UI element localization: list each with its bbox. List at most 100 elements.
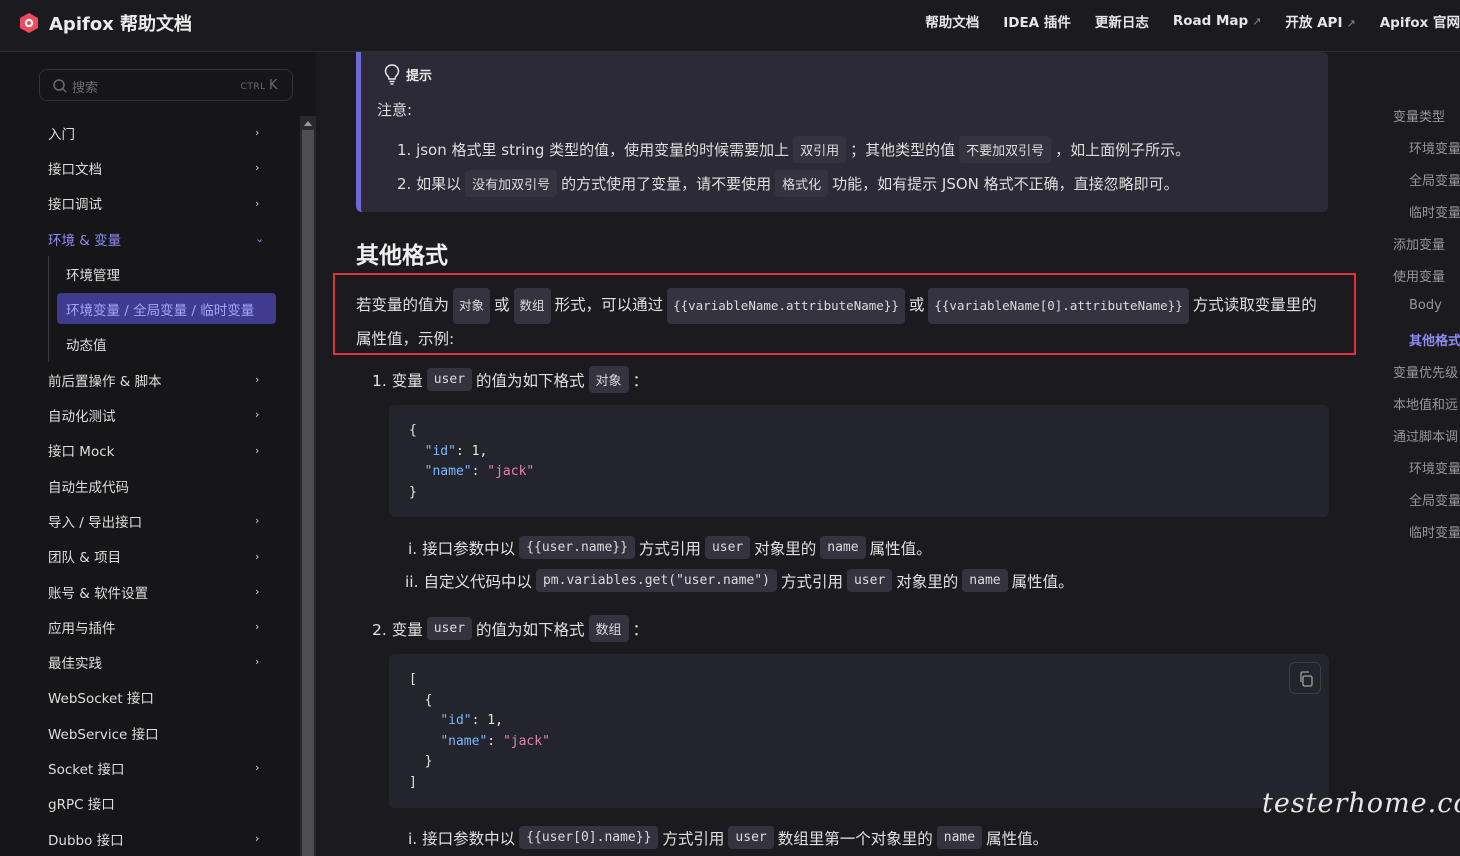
inline-code: 双引用 [793,136,847,163]
external-link-icon: ↗ [1346,17,1356,30]
sidebar-item-dubbo[interactable]: Dubbo 接口 › [0,821,300,856]
tip-note: 注意: [377,101,413,119]
sub-item-3: i. 接口参数中以 {{user[0].name}} 方式引用 user 数组里第一个对… [408,826,1048,849]
sidebar-subitem-dynamic-values[interactable]: 动态值 [48,326,300,363]
sidebar-item-env-vars[interactable]: 环境 & 变量 ⌄ [0,221,300,256]
toc-item[interactable]: 添加变量 [1393,234,1445,253]
top-header: Apifox 帮助文档 帮助文档 IDEA 插件 更新日志 Road Map ↗ … [0,0,1460,52]
toc-item[interactable]: 变量类型 [1393,106,1445,125]
code-block-array: [ { "id": 1, "name": "jack" } ] [389,654,1329,808]
inline-code: user [704,536,751,559]
toc-item[interactable]: Body [1409,298,1442,313]
chevron-right-icon: › [255,443,260,457]
sidebar-item-account-settings[interactable]: 账号 & 软件设置 › [0,574,300,609]
chevron-right-icon: › [255,655,260,669]
toc-item[interactable]: 变量优先级 [1393,362,1458,381]
scroll-up-arrow-icon[interactable] [304,121,312,126]
toc-item[interactable]: 使用变量 [1393,266,1445,285]
chevron-right-icon: › [255,514,260,528]
chevron-right-icon: › [255,196,260,210]
sidebar-scroll-thumb[interactable] [302,130,314,856]
chevron-right-icon: › [255,373,260,387]
inline-code: 格式化 [775,170,829,197]
sidebar-item-auto-test[interactable]: 自动化测试 › [0,397,300,432]
chevron-right-icon: › [255,620,260,634]
sidebar-item-codegen[interactable]: 自动生成代码 [0,468,300,503]
tip-header: 提示 [382,62,432,86]
tip-callout: 提示 注意: 1. json 格式里 string 类型的值，使用变量的时候需要… [356,52,1328,212]
toc-item[interactable]: 通过脚本调 [1393,426,1458,445]
inline-code: name [962,569,1008,592]
toc-item[interactable]: 环境变量 [1409,458,1460,477]
apifox-logo-icon [20,13,38,33]
toc-item[interactable]: 本地值和远 [1393,394,1458,413]
lightbulb-icon [384,64,400,85]
sidebar-item-intro[interactable]: 入门 › [0,115,300,150]
inline-code: user [426,368,473,391]
chevron-right-icon: › [255,584,260,598]
sidebar-subitem-env-manage[interactable]: 环境管理 [48,256,300,292]
search-shortcut: CTRL K [240,78,278,93]
sidebar-subitem-variables[interactable]: 环境变量 / 全局变量 / 临时变量 [48,291,300,327]
list-item-2: 2. 变量 user 的值为如下格式 数组： [372,615,648,642]
sidebar-item-webservice[interactable]: WebService 接口 [0,715,300,750]
nav-changelog[interactable]: 更新日志 [1095,11,1149,31]
search-icon [53,79,67,93]
copy-code-button[interactable] [1289,662,1321,694]
sidebar-item-team-project[interactable]: 团队 & 项目 › [0,539,300,574]
watermark: testerhome.com [1262,788,1460,819]
nav-help-docs[interactable]: 帮助文档 [925,11,979,31]
sidebar-item-scripts[interactable]: 前后置操作 & 脚本 › [0,362,300,397]
inline-code: {{user[0].name}} [519,826,659,849]
inline-code: pm.variables.get("user.name") [535,569,777,592]
toc-item-active[interactable]: 其他格式 [1409,330,1460,349]
chevron-right-icon: › [255,549,260,563]
inline-code: name [820,536,866,559]
nav-road-map[interactable]: Road Map ↗ [1173,13,1262,29]
sidebar: 搜索 CTRL K 入门 › 接口文档 › 接口调试 › 环境 & 变量 ⌄ 环境管理 … [0,52,316,856]
sub-item-1: i. 接口参数中以 {{user.name}} 方式引用 user 对象里的 name 属性… [408,536,932,559]
brand[interactable]: Apifox 帮助文档 [18,10,192,36]
sidebar-item-api-debug[interactable]: 接口调试 › [0,186,300,221]
inline-code: user [728,826,774,849]
tip-line-1: 1. json 格式里 string 类型的值，使用变量的时候需要加上 双引用 ；其… [397,136,1190,163]
sidebar-item-mock[interactable]: 接口 Mock › [0,433,300,468]
sidebar-item-best-practice[interactable]: 最佳实践 › [0,644,300,679]
sidebar-nav: 入门 › 接口文档 › 接口调试 › 环境 & 变量 ⌄ 环境管理 环境变量 / 全局变… [0,115,300,856]
chevron-right-icon: › [255,161,260,175]
sub-item-2: ii. 自定义代码中以 pm.variables.get("user.name")… [405,569,1074,592]
brand-name: Apifox 帮助文档 [49,14,193,35]
sidebar-item-apps-plugins[interactable]: 应用与插件 › [0,609,300,644]
toc-item[interactable]: 全局变量 [1409,490,1460,509]
code-block-object: { "id": 1, "name": "jack" } [389,405,1329,517]
nav-open-api[interactable]: 开放 API ↗ [1285,11,1355,31]
toc-item[interactable]: 全局变量 [1409,170,1460,189]
copy-icon [1300,671,1313,687]
inline-code: 不要加双引号 [959,136,1052,163]
toc-item[interactable]: 临时变量 [1409,522,1460,541]
table-of-contents: 变量类型 环境变量 全局变量 临时变量 添加变量 使用变量 Body 其他格式 … [1370,52,1460,856]
toc-item[interactable]: 环境变量 [1409,138,1460,157]
inline-code: user [846,569,893,592]
toc-item[interactable]: 临时变量 [1409,202,1460,221]
sidebar-item-socket[interactable]: Socket 接口 › [0,750,300,785]
inline-code: name [936,826,983,849]
inline-code: 没有加双引号 [465,170,558,197]
search-placeholder: 搜索 [72,81,99,96]
nav-idea-plugin[interactable]: IDEA 插件 [1003,11,1071,31]
inline-code: user [426,617,473,640]
sidebar-item-websocket[interactable]: WebSocket 接口 [0,680,300,715]
highlight-box [333,273,1356,355]
nav-apifox-site[interactable]: Apifox 官网 [1380,11,1460,31]
inline-code: 数组 [588,615,629,642]
inline-code: {{user.name}} [519,536,635,559]
inline-code: 对象 [588,366,629,393]
list-item-1: 1. 变量 user 的值为如下格式 对象： [372,366,648,393]
section-heading: 其他格式 [356,243,448,269]
chevron-down-icon: ⌄ [255,231,265,245]
sidebar-item-import-export[interactable]: 导入 / 导出接口 › [0,503,300,538]
search-input[interactable]: 搜索 CTRL K [39,69,293,101]
tip-title: 提示 [406,68,433,84]
sidebar-item-api-docs[interactable]: 接口文档 › [0,150,300,185]
sidebar-item-grpc[interactable]: gRPC 接口 [0,786,300,821]
